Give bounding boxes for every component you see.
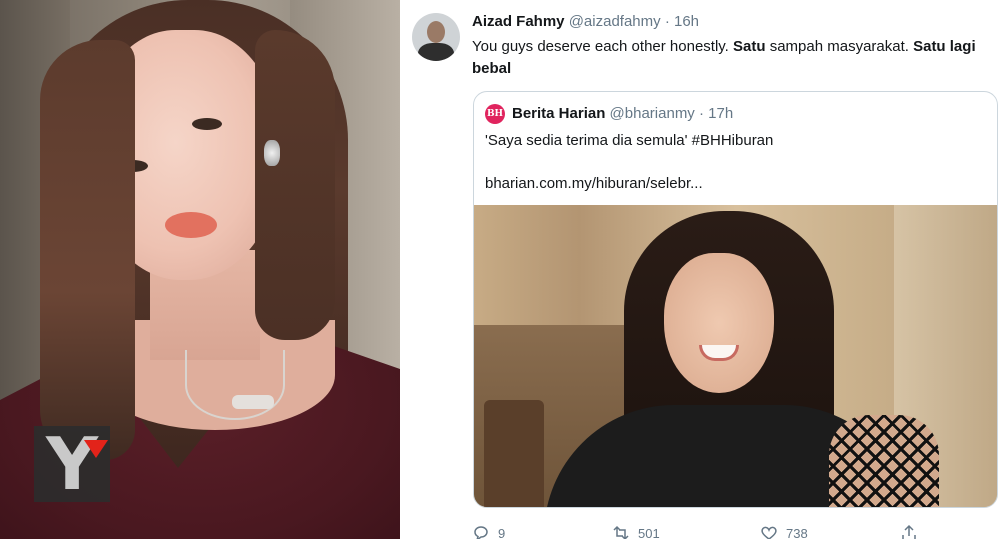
like-count: 738 <box>786 526 808 539</box>
retweet-icon <box>613 525 629 539</box>
tweet-header: Aizad Fahmy @aizadfahmy · 16h <box>472 12 699 32</box>
logo-letter: Y <box>46 426 99 502</box>
share-icon <box>902 524 916 539</box>
background-chair <box>484 400 544 507</box>
quote-separator: · <box>698 105 704 122</box>
left-photo: Y <box>0 0 400 539</box>
quote-image[interactable] <box>474 205 997 507</box>
right-eye <box>192 118 222 130</box>
quote-author-name[interactable]: Berita Harian <box>512 105 605 122</box>
tweet: Aizad Fahmy @aizadfahmy · 16h You guys d… <box>400 0 1000 539</box>
tweet-text-bold: Satu <box>733 38 766 55</box>
logo-red-triangle <box>84 440 108 458</box>
lips <box>165 212 217 238</box>
like-button[interactable]: 738 <box>760 524 808 539</box>
bh-logo: BH <box>485 104 505 124</box>
tweet-text: You guys deserve each other honestly. Sa… <box>472 36 997 80</box>
quote-link[interactable]: bharian.com.my/hiburan/selebr... <box>485 173 985 195</box>
tweet-actions: 9 501 738 <box>472 520 997 539</box>
subject-face <box>664 253 774 393</box>
watermark-logo: Y <box>34 426 110 502</box>
quote-time[interactable]: 17h <box>708 105 733 122</box>
avatar-body <box>418 43 454 61</box>
retweet-button[interactable]: 501 <box>612 524 660 539</box>
earring <box>264 140 280 166</box>
header-separator: · <box>664 13 670 30</box>
tweet-time[interactable]: 16h <box>674 13 699 30</box>
quote-author-handle[interactable]: @bharianmy <box>610 105 695 122</box>
author-handle[interactable]: @aizadfahmy <box>569 13 661 30</box>
quote-text: 'Saya sedia terima dia semula' #BHHibura… <box>485 132 774 149</box>
heart-icon <box>761 526 777 539</box>
retweet-count: 501 <box>638 526 660 539</box>
reply-count: 9 <box>498 526 506 539</box>
avatar[interactable] <box>412 13 460 61</box>
quote-header: Berita Harian @bharianmy · 17h <box>512 104 733 124</box>
name-pendant <box>232 395 274 409</box>
quoted-tweet-card[interactable]: BH Berita Harian @bharianmy · 17h 'Saya … <box>473 91 998 508</box>
avatar-head <box>427 21 445 43</box>
tweet-text-part: You guys deserve each other honestly. <box>472 38 734 55</box>
reply-icon <box>474 526 488 539</box>
subject-mesh-sleeve <box>829 415 939 507</box>
hair-front-right <box>255 30 335 340</box>
author-name[interactable]: Aizad Fahmy <box>472 13 565 30</box>
necklace <box>185 350 285 420</box>
tweet-text-part: sampah masyarakat. <box>765 38 914 55</box>
hair-front-left <box>40 40 135 460</box>
share-button[interactable] <box>900 524 926 539</box>
reply-button[interactable]: 9 <box>472 524 505 539</box>
